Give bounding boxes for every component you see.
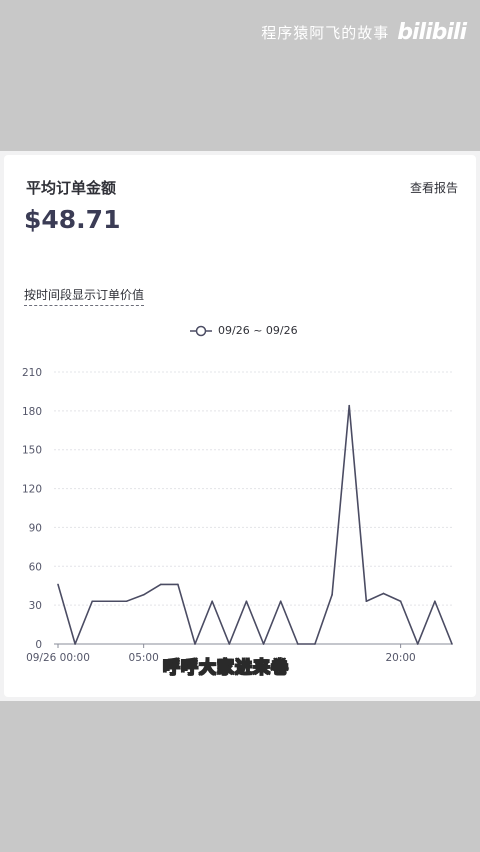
y-tick-label: 120 [22, 484, 42, 496]
data-point [91, 600, 94, 603]
y-tick-label: 90 [29, 522, 42, 534]
line-chart: 0 30 60 90 120 150 180 210 09/26 00:00 05:00 20:00 [22, 367, 453, 664]
data-point [57, 583, 59, 586]
data-point [177, 583, 179, 586]
data-point [279, 600, 282, 603]
y-tick-label: 60 [29, 561, 42, 573]
x-tick-label: 20:00 [385, 652, 415, 664]
data-point [399, 600, 402, 603]
data-point [365, 600, 368, 603]
y-tick-label: 30 [29, 600, 42, 612]
data-point [142, 593, 145, 596]
video-subtitle: 呼呼大家进来卷 [163, 658, 289, 679]
data-point [297, 643, 299, 645]
data-point [74, 643, 76, 645]
y-tick-label: 180 [22, 406, 42, 418]
data-point [245, 600, 248, 603]
x-tick-label: 05:00 [129, 652, 159, 664]
data-point [125, 600, 128, 603]
data-point [194, 643, 196, 645]
y-tick-label: 150 [22, 445, 42, 457]
data-point [434, 600, 436, 603]
y-tick-label: 210 [22, 367, 42, 379]
data-point [159, 583, 162, 586]
data-point [416, 643, 419, 645]
data-point [211, 600, 213, 603]
data-point [348, 404, 351, 407]
data-point [228, 643, 231, 645]
data-point [331, 593, 333, 596]
series-line [57, 404, 453, 645]
data-point [382, 592, 385, 595]
x-tick-label: 09/26 00:00 [26, 652, 90, 664]
data-point [262, 643, 265, 645]
data-point [108, 600, 111, 603]
data-point [451, 643, 453, 645]
y-tick-label: 0 [35, 639, 42, 651]
data-point [314, 643, 316, 645]
